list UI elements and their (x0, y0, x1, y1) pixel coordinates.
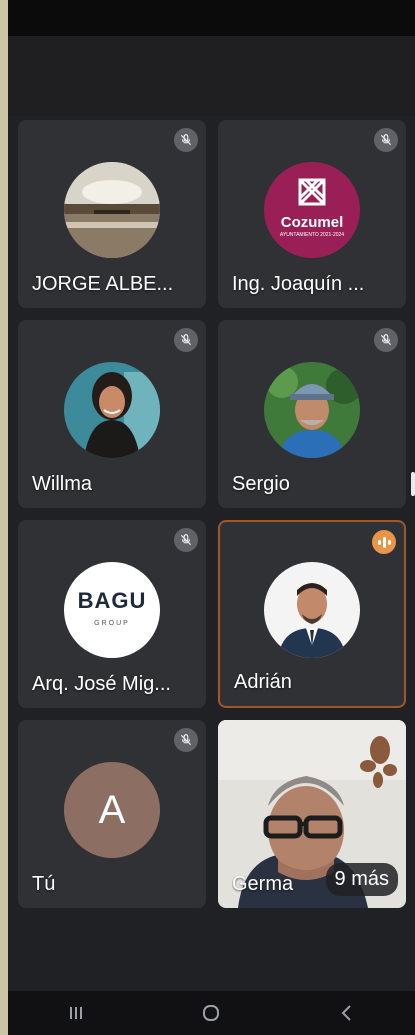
logo-text: Cozumel (280, 214, 344, 231)
home-icon[interactable] (191, 997, 231, 1029)
participant-tile[interactable]: Cozumel AYUNTAMIENTO 2021-2024 Ing. Joaq… (218, 120, 406, 308)
scroll-indicator[interactable] (411, 472, 415, 496)
participant-name: Ing. Joaquín ... (232, 273, 365, 295)
mic-muted-icon (174, 728, 198, 752)
more-participants-button[interactable]: 9 más (325, 863, 398, 896)
participant-tile[interactable]: Sergio (218, 320, 406, 508)
participant-name: Tú (32, 873, 56, 895)
participant-name: JORGE ALBE... (32, 273, 174, 295)
participant-tile-video[interactable]: Germa 9 más (218, 720, 406, 908)
participant-tile-active-speaker[interactable]: Adrián (218, 520, 406, 708)
participant-avatar (264, 562, 360, 658)
participant-tile[interactable]: Willma (18, 320, 206, 508)
participant-avatar (264, 362, 360, 458)
logo-subtext: AYUNTAMIENTO 2021-2024 (279, 232, 345, 238)
mic-muted-icon (374, 128, 398, 152)
participant-tile[interactable]: JORGE ALBE... (18, 120, 206, 308)
mic-muted-icon (174, 128, 198, 152)
cozumel-logo: Cozumel AYUNTAMIENTO 2021-2024 (264, 162, 360, 258)
letter-avatar: A (64, 762, 160, 858)
meeting-header (8, 36, 415, 116)
recent-apps-icon[interactable] (56, 997, 96, 1029)
status-bar (8, 0, 415, 36)
mic-muted-icon (374, 328, 398, 352)
mic-muted-icon (174, 528, 198, 552)
participant-name: Arq. José Mig... (32, 673, 171, 695)
logo-text: BAGU (77, 588, 147, 613)
speaking-indicator-icon (372, 530, 396, 554)
participant-tile-self[interactable]: A Tú (18, 720, 206, 908)
bagu-logo: BAGU GROUP (64, 562, 160, 658)
mic-muted-icon (174, 328, 198, 352)
meeting-screen: JORGE ALBE... Cozumel AYUNTAMIENTO 2021-… (8, 0, 415, 1035)
participant-avatar (64, 162, 160, 258)
participant-name: Germa (232, 873, 294, 895)
participant-name: Sergio (232, 473, 290, 495)
logo-subtext: GROUP (94, 620, 130, 627)
back-icon[interactable] (327, 997, 367, 1029)
participant-name: Willma (32, 473, 92, 495)
system-navigation-bar (8, 991, 415, 1035)
avatar-letter: A (98, 787, 126, 832)
participant-avatar (64, 362, 160, 458)
participant-name: Adrián (234, 671, 292, 693)
participant-tile[interactable]: BAGU GROUP Arq. José Mig... (18, 520, 206, 708)
